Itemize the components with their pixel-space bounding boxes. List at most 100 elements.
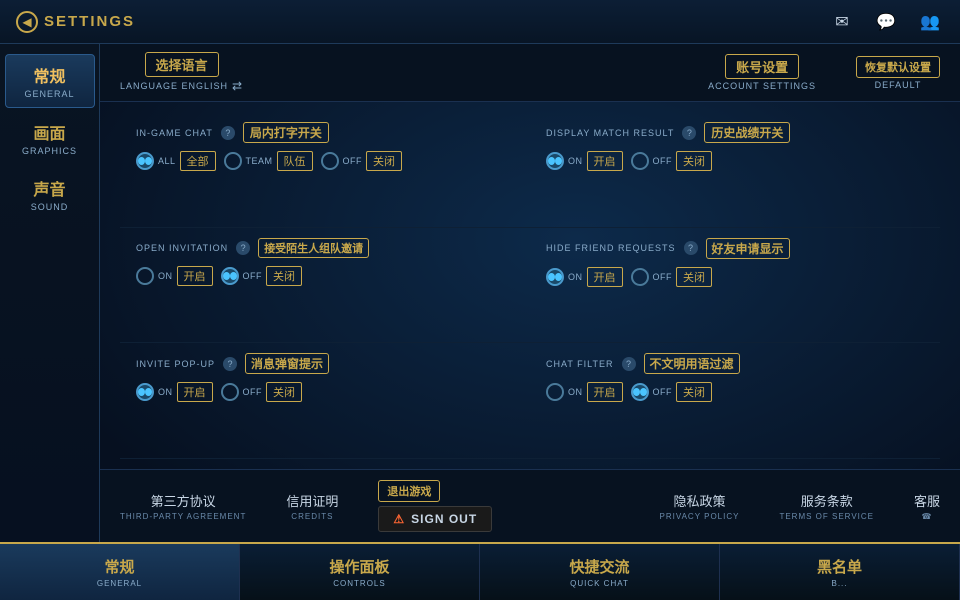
account-en-label: ACCOUNT SETTINGS — [708, 81, 816, 91]
default-en-label: DEFAULT — [875, 80, 922, 90]
top-bar: 选择语言 LANGUAGE ENGLISH ⇄ 账号设置 ACCOUNT SET… — [100, 44, 960, 102]
open-invitation-cn: 接受陌生人组队邀请 — [258, 238, 369, 258]
tab-general[interactable]: 常规 GENERAL — [0, 544, 240, 600]
chat-filter-options: ON 开启 OFF 关闭 — [546, 382, 924, 402]
open-invitation-on-circle — [136, 267, 154, 285]
tos-cn: 服务条款 — [801, 491, 853, 510]
chat-filter-off[interactable]: OFF 关闭 — [631, 382, 713, 402]
hide-friend-off-cn: 关闭 — [676, 267, 712, 287]
radio-team-cn: 队伍 — [277, 151, 313, 171]
invite-popup-on[interactable]: ON 开启 — [136, 382, 213, 402]
bottom-links: 第三方协议 THIRD-PARTY AGREEMENT 信用证明 CREDITS… — [100, 469, 960, 542]
back-icon: ◀ — [16, 11, 38, 33]
radio-all[interactable]: ALL 全部 — [136, 151, 216, 171]
radio-all-cn: 全部 — [180, 151, 216, 171]
open-invitation-off-en: OFF — [243, 271, 263, 281]
invite-popup-info-icon[interactable]: ? — [223, 357, 237, 371]
open-invitation-on-cn: 开启 — [177, 266, 213, 286]
display-match-off-cn: 关闭 — [676, 151, 712, 171]
third-party-en: THIRD-PARTY AGREEMENT — [120, 512, 246, 521]
chat-filter-off-circle — [631, 383, 649, 401]
display-match-cn: 历史战绩开关 — [704, 122, 790, 143]
hide-friend-options: ON 开启 OFF 关闭 — [546, 267, 924, 287]
privacy-en: PRIVACY POLICY — [660, 512, 740, 521]
setting-invite-popup: INVITE POP-UP ? 消息弹窗提示 ON 开启 OFF — [120, 343, 530, 459]
open-invitation-info-icon[interactable]: ? — [236, 241, 250, 255]
display-match-off-en: OFF — [653, 156, 673, 166]
sidebar-graphics-en: GRAPHICS — [22, 146, 77, 156]
chat-filter-info-icon[interactable]: ? — [622, 357, 636, 371]
sidebar-item-general[interactable]: 常规 GENERAL — [5, 54, 95, 108]
display-match-on-circle — [546, 152, 564, 170]
sidebar: 常规 GENERAL 画面 GRAPHICS 声音 SOUND — [0, 44, 100, 542]
chat-filter-on-circle — [546, 383, 564, 401]
chat-filter-off-en: OFF — [653, 387, 673, 397]
hide-friend-on-cn: 开启 — [587, 267, 623, 287]
display-match-off[interactable]: OFF 关闭 — [631, 151, 713, 171]
open-invitation-off-cn: 关闭 — [266, 266, 302, 286]
display-match-info-icon[interactable]: ? — [682, 126, 696, 140]
cs-link[interactable]: 客服 ☎ — [914, 491, 940, 521]
radio-team[interactable]: TEAM 队伍 — [224, 151, 313, 171]
display-match-options: ON 开启 OFF 关闭 — [546, 151, 924, 171]
open-invitation-on-en: ON — [158, 271, 173, 281]
hide-friend-off-en: OFF — [653, 272, 673, 282]
sidebar-item-graphics[interactable]: 画面 GRAPHICS — [5, 112, 95, 164]
people-icon[interactable]: 👥 — [916, 8, 944, 36]
invite-popup-off[interactable]: OFF 关闭 — [221, 382, 303, 402]
in-game-chat-info-icon[interactable]: ? — [221, 126, 235, 140]
privacy-link[interactable]: 隐私政策 PRIVACY POLICY — [660, 491, 740, 521]
swap-icon[interactable]: ⇄ — [232, 79, 243, 93]
sign-out-button[interactable]: ⚠ SIGN OUT — [378, 506, 492, 532]
tab-blacklist-cn: 黑名单 — [817, 556, 862, 577]
setting-display-match: DISPLAY MATCH RESULT ? 历史战绩开关 ON 开启 OFF — [530, 112, 940, 228]
setting-open-invitation: OPEN INVITATION ? 接受陌生人组队邀请 ON 开启 OFF — [120, 228, 530, 344]
display-match-on[interactable]: ON 开启 — [546, 151, 623, 171]
warning-icon: ⚠ — [393, 512, 405, 526]
sidebar-item-sound[interactable]: 声音 SOUND — [5, 168, 95, 220]
hide-friend-label: HIDE FRIEND REQUESTS — [546, 243, 676, 253]
content-area: 选择语言 LANGUAGE ENGLISH ⇄ 账号设置 ACCOUNT SET… — [100, 44, 960, 542]
hide-friend-on[interactable]: ON 开启 — [546, 267, 623, 287]
open-invitation-on[interactable]: ON 开启 — [136, 266, 213, 286]
sign-out-en-label: SIGN OUT — [411, 512, 477, 526]
chat-icon[interactable]: 💬 — [872, 8, 900, 36]
invite-popup-options: ON 开启 OFF 关闭 — [136, 382, 514, 402]
in-game-chat-label: IN-GAME CHAT — [136, 128, 213, 138]
tab-quick-chat[interactable]: 快捷交流 QUICK CHAT — [480, 544, 720, 600]
radio-all-circle — [136, 152, 154, 170]
hide-friend-info-icon[interactable]: ? — [684, 241, 698, 255]
hide-friend-off-circle — [631, 268, 649, 286]
header: ◀ SETTINGS ✉ 💬 👥 — [0, 0, 960, 44]
account-section: 账号设置 ACCOUNT SETTINGS — [708, 54, 816, 91]
envelope-icon[interactable]: ✉ — [828, 8, 856, 36]
chat-filter-off-cn: 关闭 — [676, 382, 712, 402]
back-button[interactable]: ◀ SETTINGS — [16, 11, 135, 33]
setting-hide-friend: HIDE FRIEND REQUESTS ? 好友申请显示 ON 开启 OFF — [530, 228, 940, 344]
chat-filter-on[interactable]: ON 开启 — [546, 382, 623, 402]
invite-popup-off-circle — [221, 383, 239, 401]
open-invitation-off[interactable]: OFF 关闭 — [221, 266, 303, 286]
default-cn-label[interactable]: 恢复默认设置 — [856, 56, 940, 78]
radio-off-cn: 关闭 — [366, 151, 402, 171]
open-invitation-off-circle — [221, 267, 239, 285]
chat-filter-label: CHAT FILTER — [546, 359, 614, 369]
hide-friend-off[interactable]: OFF 关闭 — [631, 267, 713, 287]
invite-popup-label: INVITE POP-UP — [136, 359, 215, 369]
display-match-on-cn: 开启 — [587, 151, 623, 171]
in-game-chat-options: ALL 全部 TEAM 队伍 OFF 关闭 — [136, 151, 514, 171]
radio-off[interactable]: OFF 关闭 — [321, 151, 403, 171]
account-cn-label[interactable]: 账号设置 — [725, 54, 799, 79]
tab-quick-chat-en: QUICK CHAT — [570, 579, 629, 588]
invite-popup-on-cn: 开启 — [177, 382, 213, 402]
sign-out-cn-label: 退出游戏 — [378, 480, 440, 502]
third-party-link[interactable]: 第三方协议 THIRD-PARTY AGREEMENT — [120, 491, 246, 521]
credits-link[interactable]: 信用证明 CREDITS — [286, 491, 338, 521]
open-invitation-options: ON 开启 OFF 关闭 — [136, 266, 514, 286]
chat-filter-on-en: ON — [568, 387, 583, 397]
tos-link[interactable]: 服务条款 TERMS OF SERVICE — [779, 491, 874, 521]
language-cn-label[interactable]: 选择语言 — [145, 52, 219, 77]
tab-blacklist[interactable]: 黑名单 B... — [720, 544, 960, 600]
tab-controls[interactable]: 操作面板 CONTROLS — [240, 544, 480, 600]
tab-bar: 常规 GENERAL 操作面板 CONTROLS 快捷交流 QUICK CHAT… — [0, 542, 960, 600]
